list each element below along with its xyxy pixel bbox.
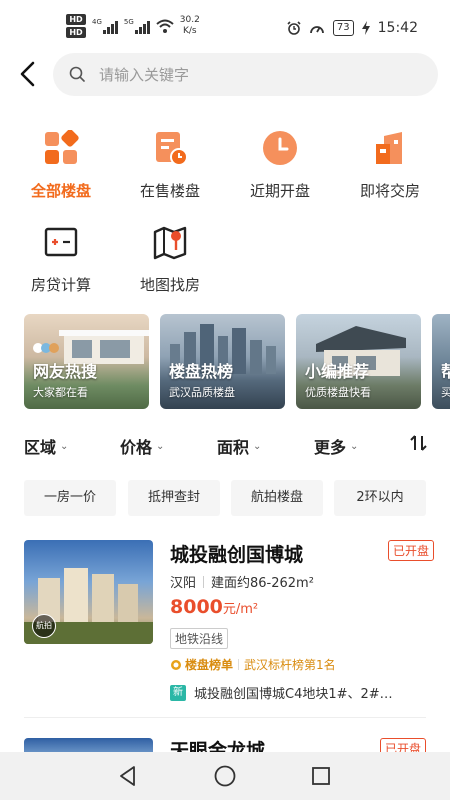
filter-bar: 区域 ⌄ 价格 ⌄ 面积 ⌄ 更多 ⌄: [0, 434, 450, 460]
new-badge: 新: [170, 684, 186, 701]
status-left: HD 1 HD 2 4G 5G 30.2 K/s: [66, 14, 200, 48]
rank-text: 武汉标杆榜第1名: [244, 658, 336, 672]
filter-more[interactable]: 更多 ⌄: [314, 434, 358, 458]
hd1-indicator: HD 1: [66, 14, 86, 35]
back-arrow-icon: [20, 61, 35, 87]
clock-time: 15:42: [377, 20, 418, 36]
filter-area[interactable]: 区域 ⌄: [24, 434, 68, 458]
back-button[interactable]: [16, 60, 40, 88]
banner-partial[interactable]: 帮 买: [432, 314, 450, 409]
chevron-down-icon: ⌄: [253, 440, 262, 452]
square-recents-icon: [312, 767, 330, 785]
tag-one-price[interactable]: 一房一价: [24, 480, 116, 516]
charging-icon: [361, 21, 370, 35]
banner-title: 楼盘热榜: [169, 362, 234, 381]
nav-recents-button[interactable]: [309, 764, 333, 788]
document-clock-icon: [156, 132, 188, 166]
divider: [24, 717, 426, 718]
wifi-icon: [156, 19, 174, 33]
tag-mortgage-seizure[interactable]: 抵押查封: [128, 480, 220, 516]
property-thumbnail: 航拍: [24, 540, 153, 644]
chevron-down-icon: ⌄: [156, 440, 165, 452]
hd2-indicator: HD 2: [66, 27, 86, 48]
status-bar: HD 1 HD 2 4G 5G 30.2 K/s: [0, 0, 450, 48]
sort-button[interactable]: [410, 434, 428, 452]
banner-subtitle: 优质楼盘快看: [305, 386, 371, 399]
search-icon: [69, 66, 85, 82]
grid-icon: [45, 129, 79, 164]
category-all-properties[interactable]: 全部楼盘: [11, 129, 111, 201]
aerial-badge: 航拍: [32, 614, 56, 638]
banner-hot-list[interactable]: 楼盘热榜 武汉品质楼盘: [160, 314, 285, 409]
speedometer-icon: [310, 26, 324, 34]
filter-size[interactable]: 面积 ⌄: [217, 434, 261, 458]
category-mortgage-calculator[interactable]: 房贷计算: [11, 224, 111, 295]
signal-5g-icon: 5G: [124, 18, 150, 34]
property-price: 8000元/m²: [170, 596, 258, 618]
price-value: 8000: [170, 596, 223, 618]
clock-icon: [263, 131, 297, 165]
banner-subtitle: 大家都在看: [33, 386, 88, 399]
battery-icon: 73: [332, 20, 354, 36]
property-title: 城投融创国博城: [170, 544, 304, 566]
category-map-search[interactable]: 地图找房: [120, 224, 220, 295]
property-area: 建面约86-262m²: [211, 576, 314, 591]
banner-title: 帮: [441, 362, 450, 381]
sort-icon: [410, 435, 427, 451]
banner-title: 网友热搜: [33, 362, 98, 381]
signal-4g-icon: 4G: [92, 18, 118, 34]
triangle-back-icon: [120, 766, 135, 786]
news-row: 新 城投融创国博城C4地块1#、2#…: [170, 683, 393, 702]
category-label: 房贷计算: [30, 276, 91, 294]
tag-aerial[interactable]: 航拍楼盘: [231, 480, 323, 516]
rank-label: 楼盘榜单: [185, 658, 234, 672]
price-unit: 元/m²: [222, 602, 259, 617]
category-label: 近期开盘: [249, 182, 310, 200]
banner-title: 小编推荐: [305, 362, 370, 381]
property-district: 汉阳: [170, 576, 197, 591]
status-badge: 已开盘: [387, 540, 434, 561]
chevron-down-icon: ⌄: [350, 440, 359, 452]
calculator-icon: [44, 227, 78, 257]
category-on-sale[interactable]: 在售楼盘: [120, 130, 220, 201]
property-meta: 汉阳 建面约86-262m²: [170, 572, 314, 591]
category-label: 在售楼盘: [139, 182, 200, 200]
building-icon: [376, 132, 402, 164]
map-pin-icon: [153, 226, 187, 260]
nav-home-button[interactable]: [213, 764, 237, 788]
medal-icon: [171, 660, 181, 670]
property-listing[interactable]: 航拍 城投融创国博城 已开盘 汉阳 建面约86-262m² 8000元/m² 地铁…: [24, 538, 434, 708]
ranking-row: 楼盘榜单 武汉标杆榜第1名: [170, 656, 336, 673]
search-input[interactable]: [99, 53, 419, 96]
category-delivery-soon[interactable]: 即将交房: [340, 130, 440, 201]
banner-hot-search[interactable]: 网友热搜 大家都在看: [24, 314, 149, 409]
circle-home-icon: [214, 765, 236, 787]
category-opening-soon[interactable]: 近期开盘: [230, 130, 330, 201]
filter-price[interactable]: 价格 ⌄: [120, 434, 164, 458]
banner-carousel: 网友热搜 大家都在看 楼盘热榜 武汉品质楼盘 小编推荐 优质楼盘快看 帮 买: [24, 314, 450, 410]
net-speed: 30.2 K/s: [179, 15, 200, 36]
feature-tag: 地铁沿线: [170, 628, 229, 649]
chevron-down-icon: ⌄: [60, 440, 69, 452]
news-text: 城投融创国博城C4地块1#、2#…: [194, 687, 393, 702]
category-label: 全部楼盘: [30, 182, 91, 200]
nav-back-button[interactable]: [116, 764, 140, 788]
banner-editor-picks[interactable]: 小编推荐 优质楼盘快看: [296, 314, 421, 409]
category-label: 地图找房: [139, 276, 200, 294]
banner-subtitle: 买: [441, 386, 450, 399]
system-nav-bar: [0, 752, 450, 800]
banner-subtitle: 武汉品质楼盘: [169, 386, 235, 399]
status-right: 73 15:42: [287, 20, 418, 36]
alarm-icon: [287, 21, 301, 35]
tag-2nd-ring[interactable]: 2环以内: [334, 480, 426, 516]
search-bar[interactable]: [53, 53, 438, 96]
category-label: 即将交房: [359, 182, 420, 200]
